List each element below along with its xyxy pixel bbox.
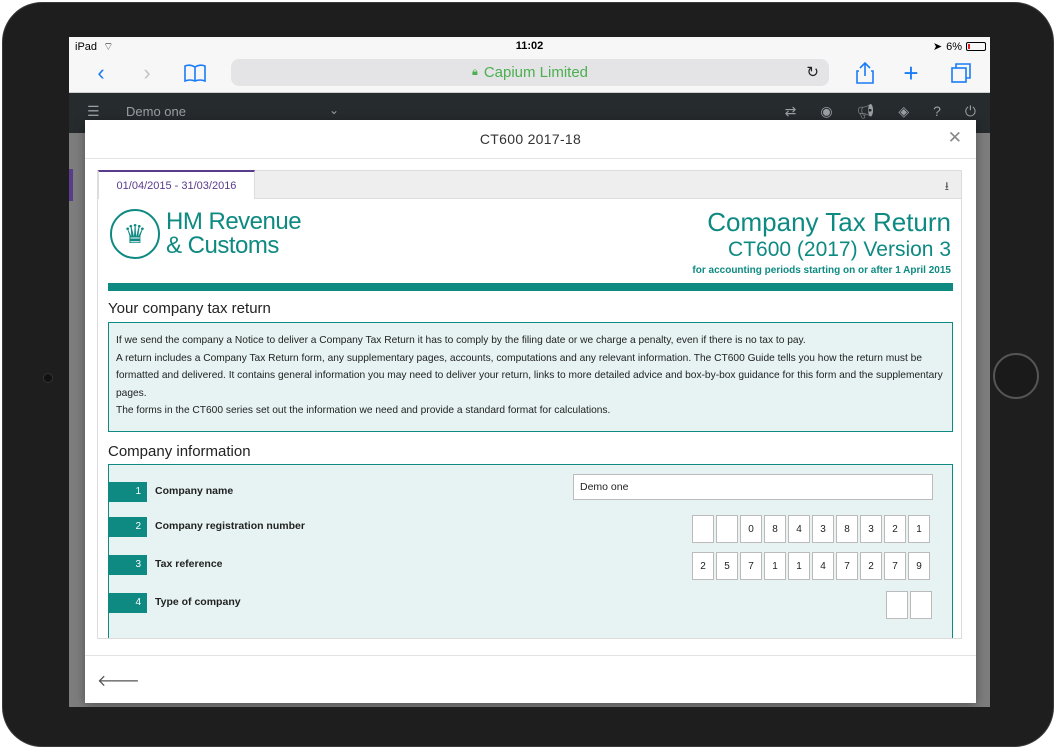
share-icon[interactable]	[853, 59, 877, 87]
form-row: 3 Tax reference 2 5 7 1 1 4 7 2 7 9	[109, 552, 952, 580]
section-heading: Company information	[108, 443, 251, 460]
period-note: for accounting periods starting on or af…	[692, 265, 951, 276]
clock: 11:02	[515, 40, 544, 52]
digit-cell[interactable]: 1	[764, 552, 786, 580]
power-icon[interactable]: ⏻	[965, 103, 976, 120]
form-row: 1 Company name Demo one	[109, 474, 952, 504]
digit-cell[interactable]: 1	[788, 552, 810, 580]
screen: iPad ⌔ 11:02 ➤ 6% ‹ › 🔒︎ Capium Limited …	[69, 37, 990, 707]
home-button[interactable]	[993, 353, 1039, 399]
tax-return-document: ♛ HM Revenue & Customs Company Tax Retur…	[97, 199, 962, 639]
digit-cell[interactable]: 2	[692, 552, 714, 580]
sidebar-accent	[69, 169, 73, 201]
megaphone-icon[interactable]: 📢︎	[857, 103, 875, 120]
form-title: Company Tax Return	[707, 207, 951, 237]
field-label: Type of company	[155, 596, 241, 608]
arrow-left-icon[interactable]: 🡐	[97, 670, 140, 691]
new-tab-icon[interactable]: +	[899, 58, 923, 88]
digit-cell[interactable]: 7	[836, 552, 858, 580]
tab-period[interactable]: 01/04/2015 - 31/03/2016	[98, 170, 255, 200]
field-label: Company registration number	[155, 520, 305, 532]
ct600-modal: CT600 2017-18 ✕ 01/04/2015 - 31/03/2016 …	[85, 120, 976, 703]
org-line1: HM Revenue	[166, 208, 302, 235]
download-icon[interactable]: ⭳	[945, 177, 949, 198]
registration-number-cells: 0 8 4 3 8 3 2 1	[692, 515, 930, 543]
digit-cell[interactable]: 3	[812, 515, 834, 543]
digit-cell[interactable]: 9	[908, 552, 930, 580]
info-paragraph: The forms in the CT600 series set out th…	[116, 405, 611, 417]
modal-footer: 🡐	[85, 655, 976, 703]
digit-cell[interactable]: 4	[812, 552, 834, 580]
tax-reference-cells: 2 5 7 1 1 4 7 2 7 9	[692, 552, 930, 580]
reload-icon[interactable]: ↻	[806, 63, 819, 81]
status-right: ➤ 6%	[933, 40, 986, 53]
digit-cell[interactable]: 4	[788, 515, 810, 543]
switch-icon[interactable]: ⇄	[785, 103, 797, 120]
battery-percent: 6%	[946, 40, 962, 53]
divider	[108, 283, 953, 291]
tabs-icon[interactable]	[949, 59, 973, 87]
info-paragraph: A return includes a Company Tax Return f…	[116, 352, 943, 399]
company-name-input[interactable]: Demo one	[573, 474, 933, 500]
bookmarks-icon[interactable]	[181, 59, 209, 87]
digit-cell[interactable]: 7	[740, 552, 762, 580]
digit-cell[interactable]: 8	[836, 515, 858, 543]
field-label: Company name	[155, 485, 234, 497]
camera	[43, 373, 53, 383]
header-actions: ⇄ ◉ 📢︎ ◈ ? ⏻	[785, 103, 976, 120]
info-paragraph: If we send the company a Notice to deliv…	[116, 335, 806, 346]
lock-icon: 🔒︎	[471, 66, 478, 78]
section-heading: Your company tax return	[108, 300, 271, 317]
address-bar[interactable]: 🔒︎ Capium Limited ↻	[231, 59, 829, 86]
digit-cell[interactable]	[910, 591, 932, 619]
box-number: 4	[109, 593, 147, 613]
box-number: 1	[109, 482, 147, 502]
form-subtitle: CT600 (2017) Version 3	[728, 238, 951, 261]
box-number: 2	[109, 517, 147, 537]
hmrc-logo: ♛ HM Revenue & Customs	[110, 208, 302, 259]
company-information-box: 1 Company name Demo one 2 Company regist…	[108, 464, 953, 638]
form-title-block: Company Tax Return CT600 (2017) Version …	[692, 207, 951, 276]
field-label: Tax reference	[155, 558, 223, 570]
close-icon[interactable]: ✕	[948, 128, 962, 148]
digit-cell[interactable]: 1	[908, 515, 930, 543]
battery-icon	[966, 42, 986, 51]
hamburger-icon[interactable]: ☰	[87, 103, 100, 120]
modal-header: CT600 2017-18 ✕	[85, 120, 976, 159]
site-name: Capium Limited	[483, 64, 589, 81]
info-box: If we send the company a Notice to deliv…	[108, 322, 953, 432]
digit-cell[interactable]: 5	[716, 552, 738, 580]
help-circle-icon[interactable]: ◉	[820, 103, 832, 120]
forward-icon[interactable]: ›	[137, 59, 157, 87]
digit-cell[interactable]: 8	[764, 515, 786, 543]
box-number: 3	[109, 555, 147, 575]
digit-cell[interactable]: 0	[740, 515, 762, 543]
tag-icon[interactable]: ◈	[898, 103, 909, 120]
location-icon: ➤	[932, 41, 943, 53]
digit-cell[interactable]: 7	[884, 552, 906, 580]
org-line2: & Customs	[166, 232, 279, 259]
digit-cell[interactable]	[692, 515, 714, 543]
question-icon[interactable]: ?	[933, 103, 941, 120]
chevron-down-icon[interactable]: ⌄	[329, 103, 339, 117]
digit-cell[interactable]	[886, 591, 908, 619]
period-tabs: 01/04/2015 - 31/03/2016 ⭳	[97, 170, 962, 200]
modal-title: CT600 2017-18	[479, 131, 582, 147]
digit-cell[interactable]: 2	[884, 515, 906, 543]
digit-cell[interactable]: 2	[860, 552, 882, 580]
browser-toolbar: ‹ › 🔒︎ Capium Limited ↻ +	[69, 55, 990, 93]
form-row: 4 Type of company	[109, 591, 952, 619]
company-selector[interactable]: Demo one	[126, 104, 186, 119]
crown-icon: ♛	[110, 209, 160, 259]
hmrc-wordmark: HM Revenue & Customs	[166, 208, 302, 259]
status-bar: iPad ⌔ 11:02 ➤ 6%	[69, 37, 990, 55]
digit-cell[interactable]	[716, 515, 738, 543]
back-icon[interactable]: ‹	[91, 59, 111, 87]
digit-cell[interactable]: 3	[860, 515, 882, 543]
form-row: 2 Company registration number 0 8 4 3 8 …	[109, 515, 952, 543]
company-type-cells	[886, 591, 932, 619]
